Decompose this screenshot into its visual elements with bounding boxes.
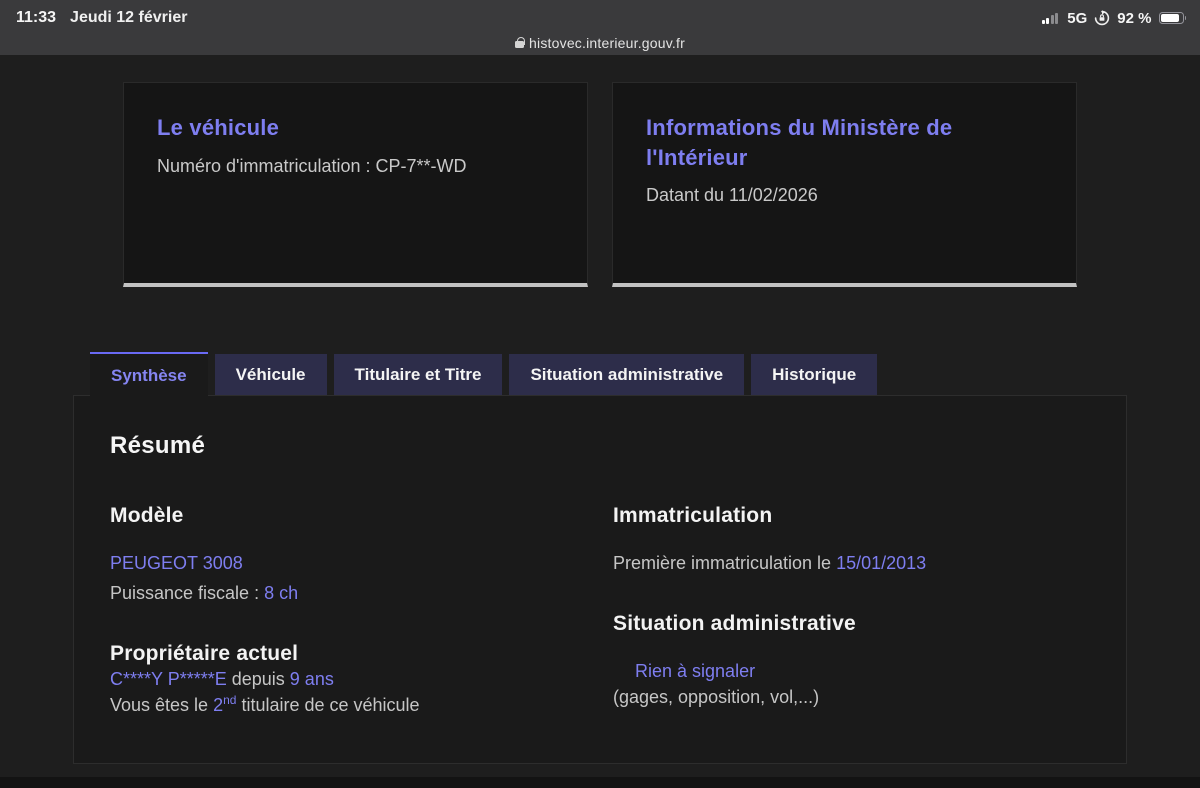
ministry-info-card: Informations du Ministère de l'Intérieur… [612, 82, 1077, 287]
tab-situation-administrative[interactable]: Situation administrative [509, 354, 745, 395]
ios-top-bar: 11:33 Jeudi 12 février 5G 92 % histovec.… [0, 0, 1200, 55]
admin-situation-heading: Situation administrative [613, 612, 856, 636]
resume-left-column: Modèle PEUGEOT 3008 Puissance fiscale : … [110, 504, 613, 718]
synthese-tab-panel: Résumé Modèle PEUGEOT 3008 Puissance fis… [73, 395, 1127, 764]
tab-titulaire-et-titre[interactable]: Titulaire et Titre [333, 354, 503, 395]
model-name: PEUGEOT 3008 [110, 553, 243, 573]
vehicle-card-title: Le véhicule [157, 115, 280, 140]
admin-status-line: Rien à signaler [635, 661, 756, 682]
current-owner-heading: Propriétaire actuel [110, 642, 299, 666]
registration-heading: Immatriculation [613, 504, 773, 527]
tabs-section: Synthèse Véhicule Titulaire et Titre Sit… [73, 287, 1127, 764]
holder-rank-line: Vous êtes le 2nd titulaire de ce véhicul… [110, 693, 420, 716]
tab-synthese[interactable]: Synthèse [90, 352, 208, 397]
tab-bar: Synthèse Véhicule Titulaire et Titre Sit… [73, 352, 1127, 397]
vehicle-card: Le véhicule Numéro d'immatriculation : C… [123, 82, 588, 287]
first-registration-line: Première immatriculation le 15/01/2013 [613, 553, 927, 573]
ministry-card-title: Informations du Ministère de l'Intérieur [646, 115, 953, 170]
lock-icon [515, 36, 525, 48]
ordinal-superscript: nd [223, 693, 237, 708]
histovec-report-page: Le véhicule Numéro d'immatriculation : C… [0, 55, 1200, 777]
model-heading: Modèle [110, 504, 184, 527]
ministry-card-date: Datant du 11/02/2026 [646, 185, 818, 206]
network-type-label: 5G [1067, 9, 1088, 27]
clock: 11:33 [16, 9, 57, 26]
tab-vehicule[interactable]: Véhicule [214, 354, 327, 395]
owner-since-line: C****Y P*****E depuis 9 ans [110, 669, 334, 690]
fiscal-power-line: Puissance fiscale : 8 ch [110, 583, 299, 604]
orientation-lock-icon [1095, 10, 1110, 26]
resume-heading: Résumé [110, 432, 206, 459]
resume-columns: Modèle PEUGEOT 3008 Puissance fiscale : … [110, 504, 1090, 718]
vehicle-card-registration-number: Numéro d'immatriculation : CP-7**-WD [157, 155, 467, 176]
battery-icon [1158, 12, 1186, 24]
cellular-signal-icon [1041, 12, 1059, 24]
tab-historique[interactable]: Historique [751, 354, 878, 395]
status-bar: 11:33 Jeudi 12 février 5G 92 % [0, 0, 1200, 30]
url-text: histovec.interieur.gouv.fr [529, 34, 685, 51]
safari-address-bar[interactable]: histovec.interieur.gouv.fr [0, 30, 1200, 55]
battery-percent-label: 92 % [1117, 9, 1152, 27]
resume-right-column: Immatriculation Première immatriculation… [613, 504, 1090, 718]
summary-cards-row: Le véhicule Numéro d'immatriculation : C… [0, 55, 1200, 287]
date-label: Jeudi 12 février [70, 9, 188, 26]
page-bottom-strip [0, 777, 1200, 788]
admin-status-note: (gages, opposition, vol,...) [613, 687, 820, 708]
